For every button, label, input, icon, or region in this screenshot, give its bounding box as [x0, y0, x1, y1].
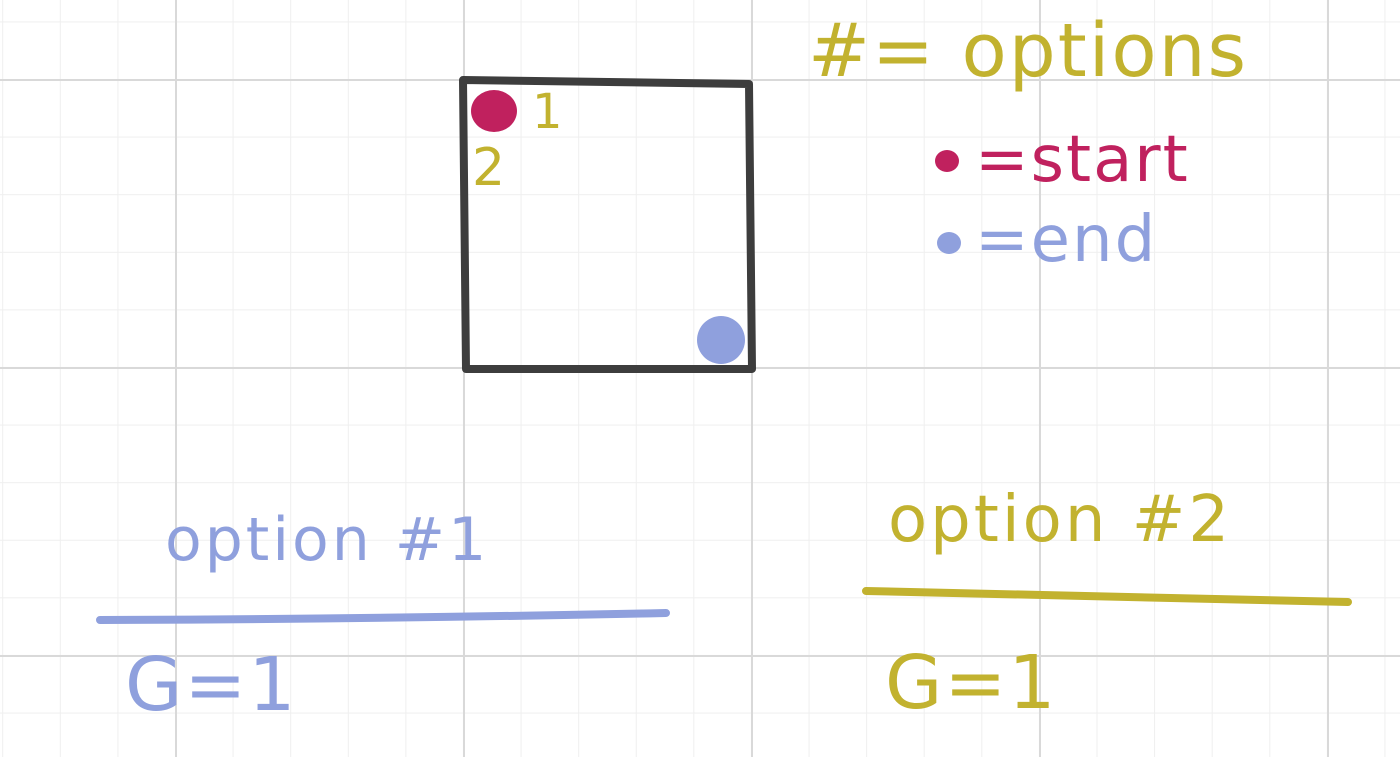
- option1-underline: [96, 609, 670, 624]
- legend-options-label: #= options: [808, 8, 1249, 94]
- option1-value: G=1: [125, 642, 298, 728]
- end-dot: [697, 316, 745, 364]
- option-number-2: 2: [472, 138, 506, 198]
- legend-end-dot-icon: [937, 232, 961, 254]
- whiteboard-canvas: #= options =start =end 1 2 option #1 G=1…: [0, 0, 1400, 757]
- option2-underline: [862, 587, 1352, 606]
- option2-value: G=1: [885, 640, 1058, 726]
- option1-title: option #1: [165, 505, 490, 575]
- legend-start-dot-icon: [935, 150, 959, 172]
- start-dot: [471, 90, 517, 132]
- legend-end-label: =end: [975, 203, 1158, 277]
- option-number-1: 1: [532, 84, 563, 140]
- option2-title: option #2: [888, 483, 1233, 557]
- legend-start-label: =start: [975, 123, 1190, 197]
